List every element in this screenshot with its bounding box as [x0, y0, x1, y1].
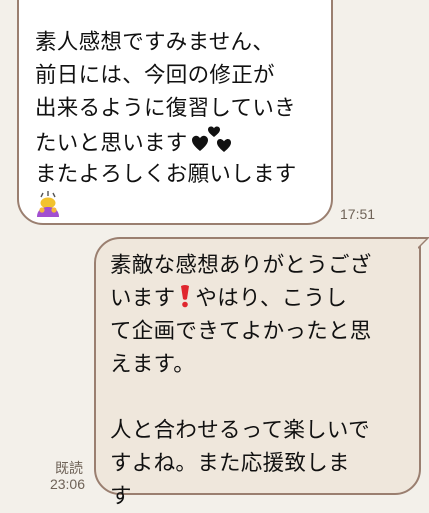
- message-line: 素人感想ですみません、: [35, 30, 275, 55]
- message-line: 人と合わせるって楽しいで: [110, 418, 370, 443]
- message-line: 前日には、今回の修正が: [35, 63, 275, 88]
- message-line: て企画できてよかったと思: [110, 319, 372, 344]
- outgoing-timestamp: 23:06: [49, 476, 85, 492]
- message-line: 出来るように復習していき: [35, 96, 296, 121]
- message-text: たいと思います: [35, 131, 188, 156]
- emoji-line: [35, 191, 319, 224]
- red-exclamation-icon: [177, 284, 193, 318]
- message-text: います: [110, 286, 176, 311]
- message-line: 素敵な感想ありがとうござ: [110, 253, 372, 278]
- bubble-tail-fill: [418, 239, 426, 247]
- incoming-timestamp: 17:51: [340, 206, 376, 222]
- message-line: すよね。また応援致しま: [110, 451, 350, 476]
- read-status: 既読: [55, 460, 83, 476]
- message-line: す: [110, 484, 132, 509]
- message-line: またよろしくお願いします: [35, 162, 297, 187]
- message-line-with-emoji: います やはり、こうし: [110, 282, 407, 315]
- bowing-person-icon: [35, 191, 61, 227]
- outgoing-message-bubble[interactable]: 素敵な感想ありがとうござ います やはり、こうし て企画できてよかったと思 えます…: [94, 237, 429, 509]
- incoming-message-bubble[interactable]: 素人感想ですみません、 前日には、今回の修正が 出来るように復習していき たいと…: [17, 0, 333, 225]
- message-line-with-emoji: たいと思います: [35, 125, 319, 158]
- message-line: えます。: [110, 352, 196, 377]
- message-text: やはり、こうし: [195, 286, 348, 311]
